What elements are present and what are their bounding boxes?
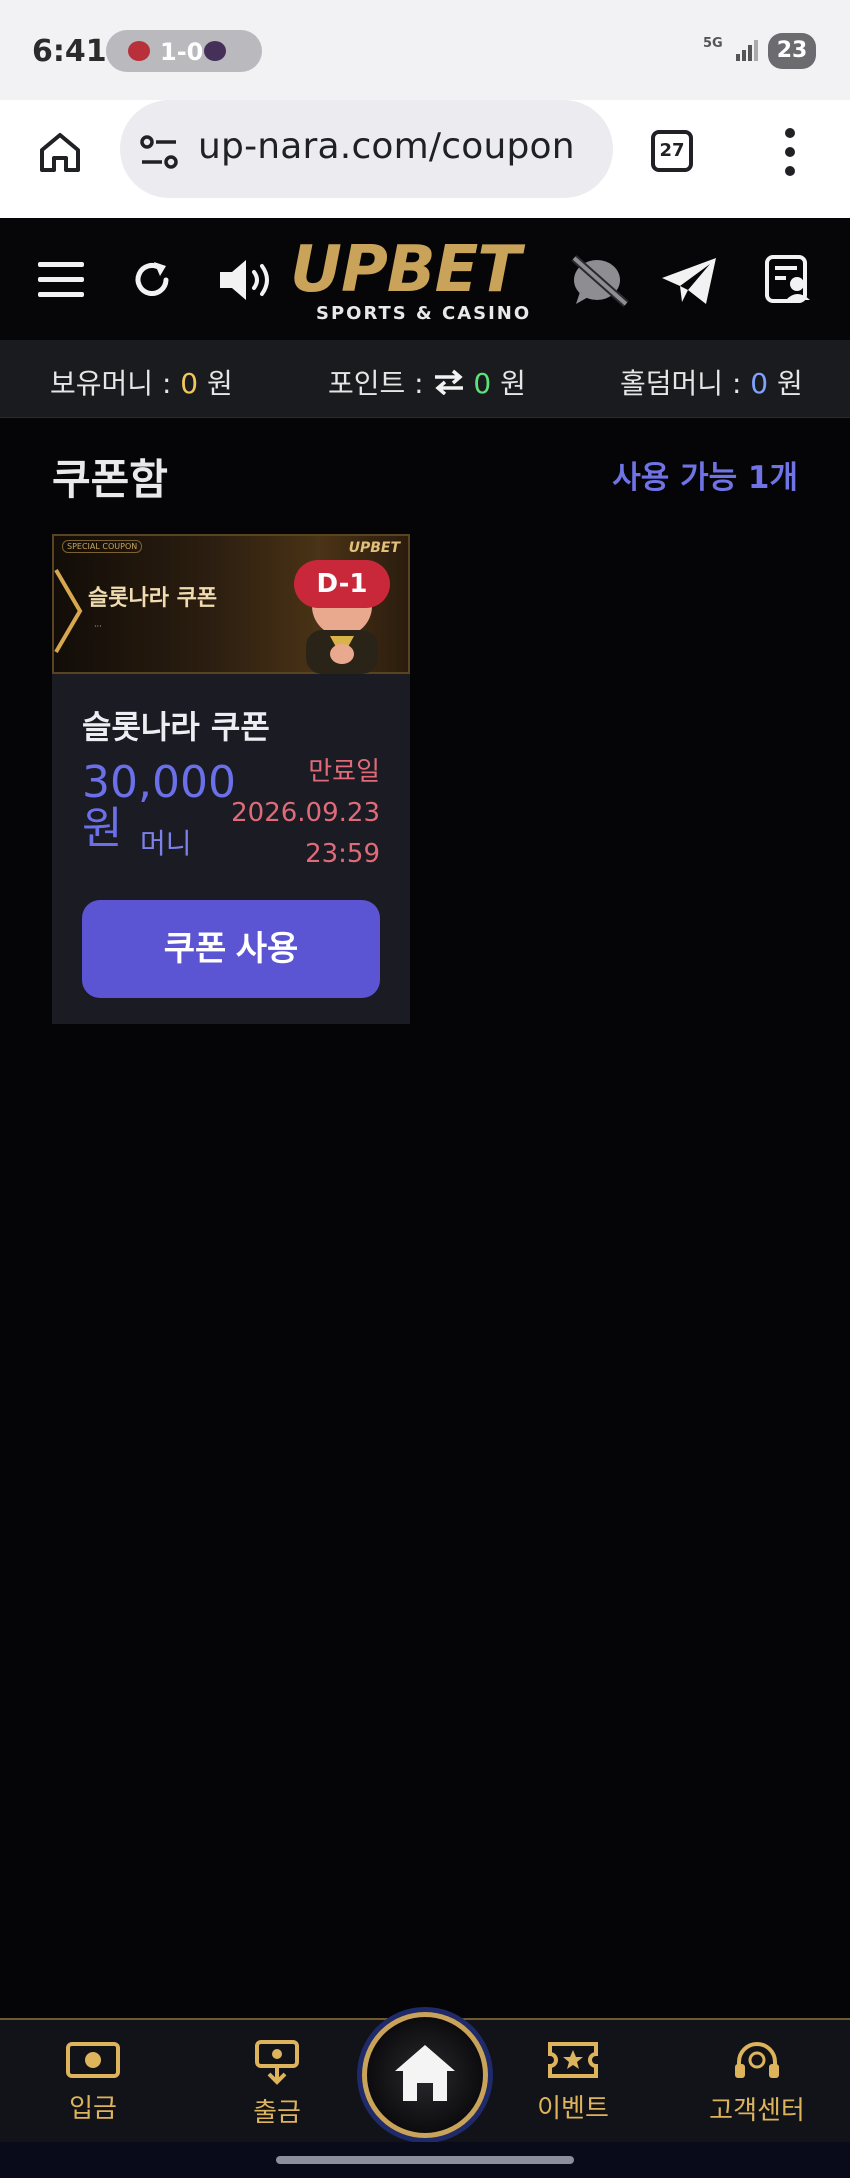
signal-icon [736, 40, 758, 61]
hamburger-menu-icon[interactable] [38, 260, 84, 300]
balance-bar: 보유머니 : 0 원 포인트 : 0 원 홀덤머니 : 0 원 [0, 340, 850, 418]
hide-balance-icon[interactable] [566, 250, 632, 310]
banner-tag: SPECIAL COUPON [62, 540, 143, 553]
home-icon[interactable] [36, 128, 84, 176]
d-day-badge: D-1 [294, 560, 390, 608]
money-value: 0 [180, 367, 199, 400]
page-title: 쿠폰함 [52, 455, 168, 504]
site-header: UPBET SPORTS & CASINO [0, 220, 850, 340]
coupon-card: SPECIAL COUPON 슬롯나라 쿠폰 ··· UPBET D-1 슬롯나… [52, 534, 410, 1024]
expiry-date: 2026.09.23 [231, 798, 380, 828]
browser-toolbar: up-nara.com/coupon 27 [0, 100, 850, 218]
live-score: 1-0 [160, 38, 204, 66]
nav-event[interactable]: 이벤트 [508, 2038, 638, 2125]
telegram-icon[interactable] [660, 256, 718, 306]
coupon-expiry: 만료일 2026.09.23 23:59 [231, 752, 380, 875]
point-value: 0 [473, 367, 492, 400]
expiry-time: 23:59 [305, 839, 380, 869]
expiry-label: 만료일 [308, 757, 380, 787]
battery-indicator: 23 [768, 33, 816, 69]
home-icon [395, 2045, 455, 2101]
use-coupon-button[interactable]: 쿠폰 사용 [82, 900, 380, 998]
tab-switcher-button[interactable]: 27 [651, 130, 693, 172]
holdem-value: 0 [750, 367, 769, 400]
notes-icon[interactable] [764, 254, 812, 304]
team-logo-icon [204, 41, 226, 61]
point-balance: 포인트 : 0 원 [328, 367, 526, 400]
money-balance: 보유머니 : 0 원 [50, 367, 233, 400]
coupon-name: 슬롯나라 쿠폰 [82, 708, 270, 746]
status-bar: 6:41 1-0 5G 23 [0, 0, 850, 100]
site-settings-icon[interactable] [138, 132, 180, 172]
site-logo[interactable]: UPBET [290, 238, 521, 302]
nav-home-button[interactable] [362, 2012, 488, 2138]
network-type: 5G [703, 36, 723, 51]
banner-description: ··· [94, 622, 102, 631]
nav-support[interactable]: 고객센터 [692, 2038, 822, 2127]
headset-icon [735, 2042, 779, 2078]
team-logo-icon [128, 41, 150, 61]
available-count: 사용 가능 1개 [612, 460, 798, 496]
deposit-icon [66, 2042, 120, 2078]
holdem-balance: 홀덤머니 : 0 원 [620, 367, 803, 400]
nav-deposit-label: 입금 [69, 2094, 117, 2124]
coupon-unit: 머니 [140, 827, 192, 860]
live-score-pill[interactable]: 1-0 [106, 30, 262, 72]
url-text[interactable]: up-nara.com/coupon [198, 126, 575, 167]
withdraw-icon [255, 2040, 299, 2085]
nav-withdraw-label: 출금 [253, 2098, 301, 2128]
site-logo-subtitle: SPORTS & CASINO [316, 303, 532, 324]
sound-icon[interactable] [218, 256, 280, 304]
point-convert-icon[interactable] [433, 369, 465, 396]
nav-withdraw[interactable]: 출금 [212, 2038, 342, 2129]
more-menu-icon[interactable] [784, 128, 796, 176]
nav-event-label: 이벤트 [537, 2094, 609, 2124]
coupon-banner: SPECIAL COUPON 슬롯나라 쿠폰 ··· UPBET D-1 [52, 534, 410, 674]
refresh-icon[interactable] [130, 258, 174, 302]
gesture-bar [0, 2142, 850, 2178]
status-time: 6:41 [32, 34, 107, 69]
chevron-right-icon [54, 568, 83, 654]
gesture-handle[interactable] [276, 2156, 574, 2164]
event-ticket-icon [548, 2042, 598, 2078]
banner-logo: UPBET [348, 540, 400, 556]
nav-deposit[interactable]: 입금 [28, 2038, 158, 2125]
nav-support-label: 고객센터 [709, 2096, 805, 2126]
banner-title: 슬롯나라 쿠폰 [88, 586, 218, 611]
